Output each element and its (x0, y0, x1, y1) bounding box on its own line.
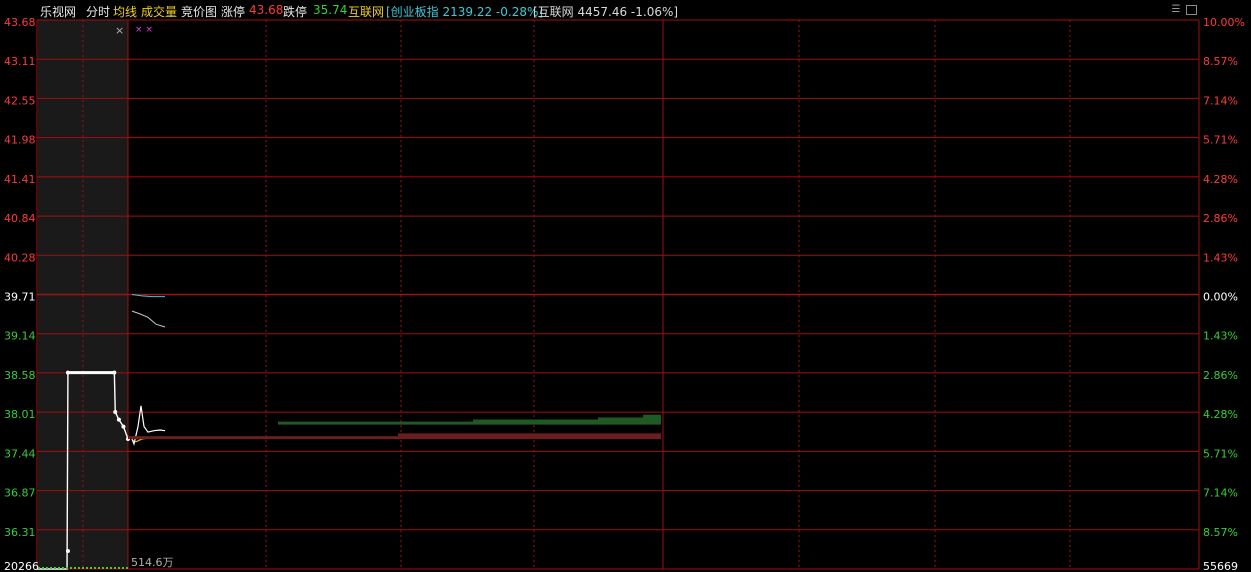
close-icon[interactable]: × (115, 24, 124, 37)
left-tick-label: 40.28 (4, 251, 36, 264)
left-tick-label: 20266 (4, 560, 39, 572)
left-tick-label: 41.98 (4, 134, 36, 147)
right-tick-label: 4.28% (1203, 408, 1238, 421)
right-tick-label: 8.57% (1203, 526, 1238, 539)
tab-auction[interactable]: 竞价图 (181, 3, 217, 20)
volume-label: 514.6万 (131, 556, 174, 569)
limit-down-label: 跌停 (283, 5, 308, 19)
marker-icon: × × (135, 25, 153, 35)
left-tick-label: 39.14 (4, 330, 36, 343)
limit-down-value: 35.74 (313, 3, 348, 17)
sector-index-line (131, 310, 166, 328)
sector-name[interactable]: 互联网 (348, 3, 384, 20)
sell-order-bar (398, 433, 661, 437)
chart-header: 乐视网 分时 均线 成交量 竞价图 涨停 43.68 跌停 35.74 互联网 … (0, 0, 1251, 20)
left-tick-label: 36.31 (4, 526, 36, 539)
left-tick-label: 42.55 (4, 94, 36, 107)
right-tick-label: 2.86% (1203, 369, 1238, 382)
right-tick-label: 5.71% (1203, 447, 1238, 460)
stock-name[interactable]: 乐视网 (40, 3, 76, 20)
minimize-icon[interactable]: ☰ (1170, 4, 1182, 15)
tab-volume[interactable]: 成交量 (141, 3, 177, 20)
index-chinext[interactable]: [创业板指 2139.22 -0.28%] (386, 3, 543, 20)
buy-order-bar (598, 417, 661, 421)
left-tick-label: 40.84 (4, 212, 36, 225)
right-tick-label: 1.43% (1203, 330, 1238, 343)
auction-point (112, 370, 117, 375)
window-icon[interactable] (1186, 5, 1197, 15)
left-tick-label: 39.71 (4, 291, 36, 304)
left-tick-label: 38.01 (4, 408, 36, 421)
left-tick-label: 38.58 (4, 369, 36, 382)
index-internet[interactable]: [互联网 4457.46 -1.06%] (533, 3, 678, 20)
right-tick-label: 5.71% (1203, 134, 1238, 147)
left-tick-label: 36.87 (4, 487, 36, 500)
left-tick-label: 37.44 (4, 447, 36, 460)
sell-order-bar (128, 436, 661, 440)
right-tick-label: 4.28% (1203, 173, 1238, 186)
auction-point (65, 549, 70, 554)
tab-avg-line[interactable]: 均线 (113, 3, 137, 20)
right-tick-label: 2.86% (1203, 212, 1238, 225)
right-tick-label: 0.00% (1203, 291, 1238, 304)
right-tick-label: 7.14% (1203, 94, 1238, 107)
auction-point (121, 424, 126, 429)
auction-point (65, 370, 70, 375)
buy-order-bar (643, 414, 661, 418)
left-tick-label: 41.41 (4, 173, 36, 186)
left-tick-label: 43.11 (4, 55, 36, 68)
tab-intraday[interactable]: 分时 (86, 3, 110, 20)
limit-up-value: 43.68 (249, 3, 284, 17)
auction-point (116, 417, 121, 422)
limit-up-label: 涨停 (221, 5, 246, 19)
right-tick-label: 7.14% (1203, 487, 1238, 500)
right-tick-label: 1.43% (1203, 251, 1238, 264)
intraday-chart: 43.68 10.00%43.11 8.57%42.55 7.14%41.98 5.71… (4, 16, 1245, 572)
auction-point (113, 410, 118, 415)
right-tick-label: 55669 (1203, 560, 1238, 572)
right-tick-label: 8.57% (1203, 55, 1238, 68)
